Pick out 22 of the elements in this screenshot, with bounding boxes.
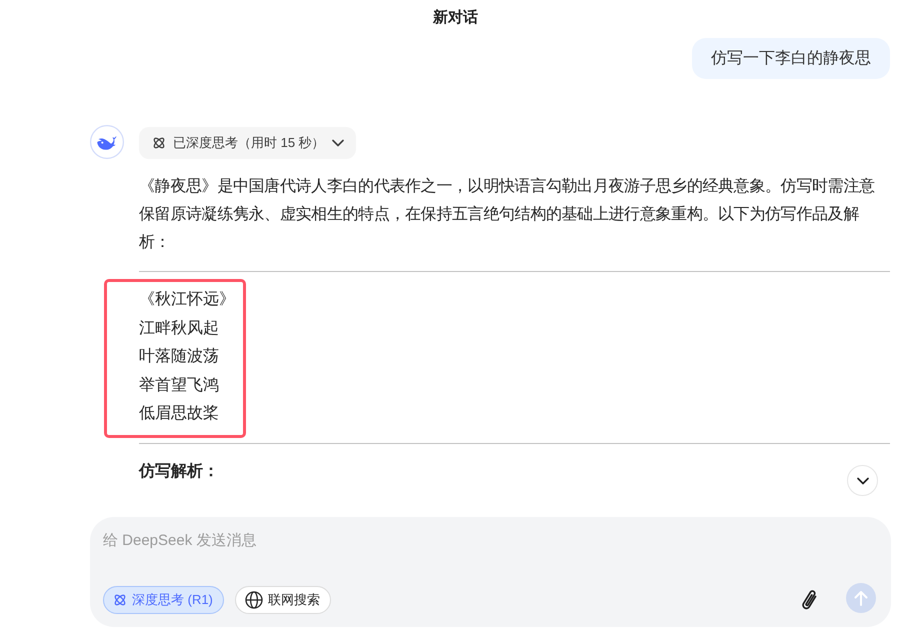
globe-icon	[244, 591, 263, 609]
atom-icon	[152, 136, 166, 150]
window-title: 新对话	[433, 8, 478, 28]
poem-line: 《秋江怀远》	[139, 290, 235, 310]
arrow-up-icon	[854, 590, 868, 606]
poem-line: 低眉思故桨	[139, 404, 219, 424]
paperclip-icon[interactable]	[802, 588, 819, 612]
poem-line: 江畔秋风起	[139, 318, 219, 338]
poem-line: 叶落随波荡	[139, 346, 219, 367]
chevron-down-icon	[856, 476, 868, 484]
toggle-chip-button[interactable]: 深度思考 (R1)	[103, 586, 224, 614]
user-message-bubble: 仿写一下李白的静夜思	[692, 38, 890, 79]
message-composer[interactable]: 给 DeepSeek 发送消息 深度思考 (R1) 联网搜索	[90, 517, 891, 627]
toggle-chip-button[interactable]: 联网搜索	[234, 586, 331, 614]
section-heading: 仿写解析：	[139, 462, 219, 482]
message-input-field[interactable]: 给 DeepSeek 发送消息	[103, 531, 876, 583]
response-paragraph: 《静夜思》是中国唐代诗人李白的代表作之一，以明快语言勾勒出月夜游子思乡的经典意象。仿写时需注意保留原诗凝练隽永、虚实相生的特点，在保持五言绝句结构的基础上进行意象重构。以下为仿写作品及解析：	[139, 176, 876, 253]
atom-icon	[113, 593, 127, 607]
whale-avatar-icon	[90, 125, 124, 159]
thinking-toggle-button[interactable]: 已深度思考（用时 15 秒）	[139, 127, 356, 159]
poem-line: 举首望飞鸿	[139, 376, 219, 396]
scroll-down-button[interactable]	[847, 465, 878, 496]
